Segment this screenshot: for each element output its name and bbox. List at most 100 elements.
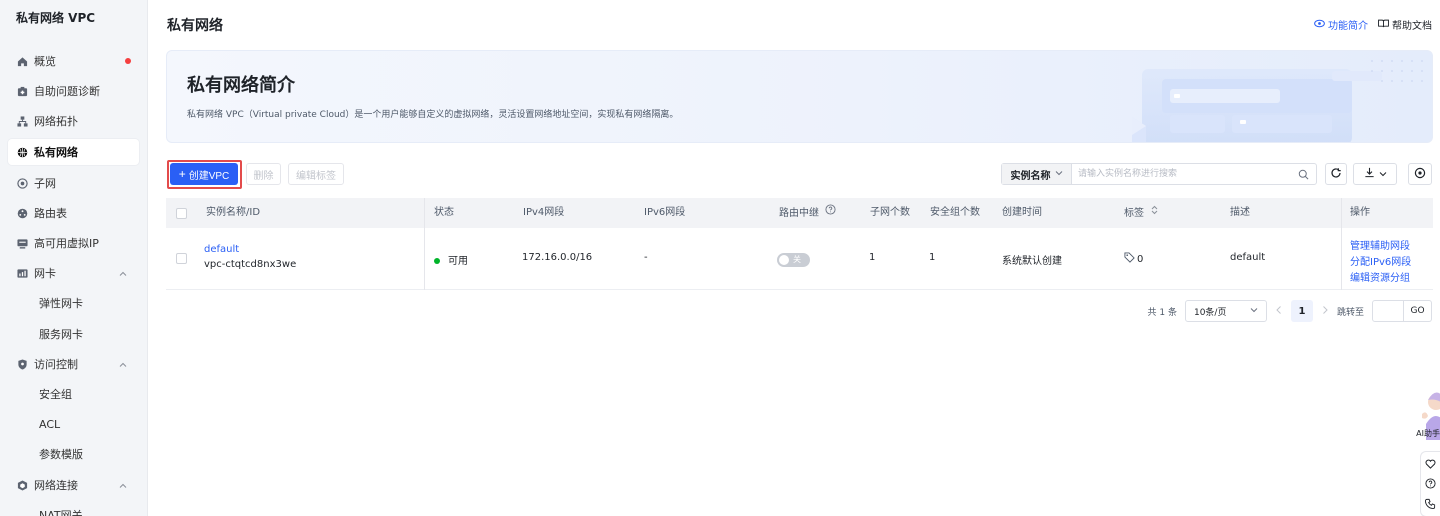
sidebar-item-subnet[interactable]: 子网 (8, 170, 139, 196)
route-icon (16, 207, 28, 219)
manage-secondary-cidr-link[interactable]: 管理辅助网段 (1350, 237, 1410, 252)
edit-tags-button[interactable]: 编辑标签 (288, 163, 344, 185)
header-ipv6: IPv6网段 (644, 207, 686, 218)
sidebar-item-label: 网络连接 (34, 479, 78, 492)
banner-description: 私有网络 VPC（Virtual private Cloud）是一个用户能够自定… (187, 110, 679, 120)
sidebar-item-param-template[interactable]: 参数模版 (8, 441, 139, 467)
sidebar-item-label: 高可用虚拟IP (34, 237, 99, 250)
chevron-down-icon (1055, 169, 1063, 180)
contact-icon[interactable] (1424, 498, 1436, 512)
header-actions: 操作 (1350, 207, 1370, 218)
book-icon (1378, 19, 1389, 31)
sidebar-item-topology[interactable]: 网络拓扑 (8, 108, 139, 134)
row-checkbox[interactable] (176, 253, 187, 264)
prev-page-icon[interactable] (1275, 305, 1283, 318)
select-all-checkbox[interactable] (176, 208, 187, 219)
sidebar-title: 私有网络 VPC (16, 11, 96, 25)
diagnose-icon (16, 85, 28, 97)
sidebar-item-vpc[interactable]: 私有网络 (8, 139, 139, 165)
header-status: 状态 (434, 207, 454, 218)
tags-cell[interactable]: 0 (1124, 252, 1143, 266)
table-row: default vpc-ctqtcd8nx3we 可用 172.16.0.0/1… (166, 228, 1433, 290)
sidebar-item-label: 私有网络 (34, 146, 78, 159)
search-box: 实例名称 (1001, 163, 1317, 185)
eye-icon (1314, 19, 1325, 31)
sidebar-item-service-nic[interactable]: 服务网卡 (8, 321, 139, 347)
plus-icon: + (178, 167, 186, 181)
refresh-button[interactable] (1325, 163, 1347, 185)
sidebar-item-acl[interactable]: ACL (8, 411, 139, 437)
chevron-up-icon (119, 480, 127, 493)
header-description: 描述 (1230, 207, 1250, 218)
sidebar-item-overview[interactable]: 概览 (8, 48, 139, 74)
sticky-column-divider (1341, 198, 1342, 290)
ipv4-cell: 172.16.0.0/16 (522, 252, 593, 263)
sticky-column-divider (424, 198, 425, 290)
ai-assistant-label[interactable]: AI助手 (1416, 428, 1440, 439)
sidebar-item-ha-vip[interactable]: 高可用虚拟IP (8, 230, 139, 256)
home-icon (16, 55, 28, 67)
virtual-ip-icon (16, 237, 28, 249)
vpc-id: vpc-ctqtcd8nx3we (204, 259, 297, 270)
header-tags[interactable]: 标签 (1124, 198, 1158, 228)
sidebar-item-label: 安全组 (39, 388, 72, 401)
banner-title: 私有网络简介 (187, 75, 295, 96)
sidebar-item-label: 概览 (34, 55, 56, 68)
vpc-table: 实例名称/ID 状态 IPv4网段 IPv6网段 路由中继 子网个数 安全组个数… (166, 198, 1433, 290)
sidebar-item-label: 参数模版 (39, 448, 83, 461)
sidebar-item-label: NAT网关 (39, 509, 83, 516)
search-field-label: 实例名称 (1010, 170, 1051, 182)
banner-illustration (1132, 60, 1423, 142)
settings-button[interactable] (1408, 163, 1432, 185)
sidebar-item-nic[interactable]: 网卡 (8, 260, 139, 286)
header-name: 实例名称/ID (206, 207, 261, 218)
chevron-up-icon (119, 359, 127, 372)
current-page[interactable]: 1 (1290, 300, 1313, 322)
create-vpc-button[interactable]: + 创建VPC (170, 163, 238, 185)
top-links: 功能简介 帮助文档 (1314, 17, 1432, 32)
sidebar-item-route-table[interactable]: 路由表 (8, 200, 139, 226)
sidebar-item-elastic-nic[interactable]: 弹性网卡 (8, 290, 139, 316)
sidebar-item-nat-gateway[interactable]: NAT网关 (8, 502, 139, 516)
sidebar-item-label: 服务网卡 (39, 328, 83, 341)
download-button[interactable] (1353, 163, 1397, 185)
search-input[interactable] (1072, 164, 1294, 184)
help-circle-icon[interactable] (825, 198, 836, 228)
created-cell: 系统默认创建 (1002, 256, 1062, 267)
search-icon[interactable] (1294, 169, 1312, 180)
header-route-relay: 路由中继 (779, 198, 836, 228)
sidebar-item-access-control[interactable]: 访问控制 (8, 351, 139, 377)
search-field-select[interactable]: 实例名称 (1002, 164, 1072, 184)
assign-ipv6-cidr-link[interactable]: 分配IPv6网段 (1350, 253, 1411, 268)
globe-icon (16, 146, 28, 158)
feature-intro-link[interactable]: 功能简介 (1314, 17, 1368, 32)
go-button[interactable]: GO (1404, 300, 1432, 322)
help-docs-link[interactable]: 帮助文档 (1378, 17, 1432, 32)
help-icon[interactable] (1425, 478, 1436, 492)
topology-icon (16, 115, 28, 127)
route-relay-toggle[interactable]: 关 (777, 253, 810, 267)
subnet-icon (16, 177, 28, 189)
chevron-down-icon (1250, 306, 1258, 317)
tag-icon (1124, 252, 1135, 266)
header-ipv4: IPv4网段 (523, 207, 565, 218)
vpc-name-link[interactable]: default (204, 244, 239, 255)
gear-icon (1414, 167, 1426, 182)
edit-resource-group-link[interactable]: 编辑资源分组 (1350, 269, 1410, 284)
sidebar-item-label: 路由表 (34, 207, 67, 220)
sort-icon (1151, 198, 1158, 228)
next-page-icon[interactable] (1321, 305, 1329, 318)
page-title: 私有网络 (167, 18, 223, 34)
intro-banner: 私有网络简介 私有网络 VPC（Virtual private Cloud）是一… (166, 50, 1433, 143)
sidebar-item-diagnose[interactable]: 自助问题诊断 (8, 78, 139, 104)
status-dot (434, 258, 440, 264)
sidebar-item-network-connection[interactable]: 网络连接 (8, 472, 139, 498)
ipv6-cell: - (644, 252, 648, 263)
jump-page-input[interactable] (1372, 300, 1404, 322)
sidebar-item-security-group[interactable]: 安全组 (8, 381, 139, 407)
heart-icon[interactable] (1425, 458, 1436, 472)
floating-toolbar (1420, 451, 1440, 516)
page-size-select[interactable]: 10条/页 (1184, 300, 1267, 322)
sg-count-cell: 1 (929, 252, 936, 263)
delete-button[interactable]: 删除 (246, 163, 281, 185)
